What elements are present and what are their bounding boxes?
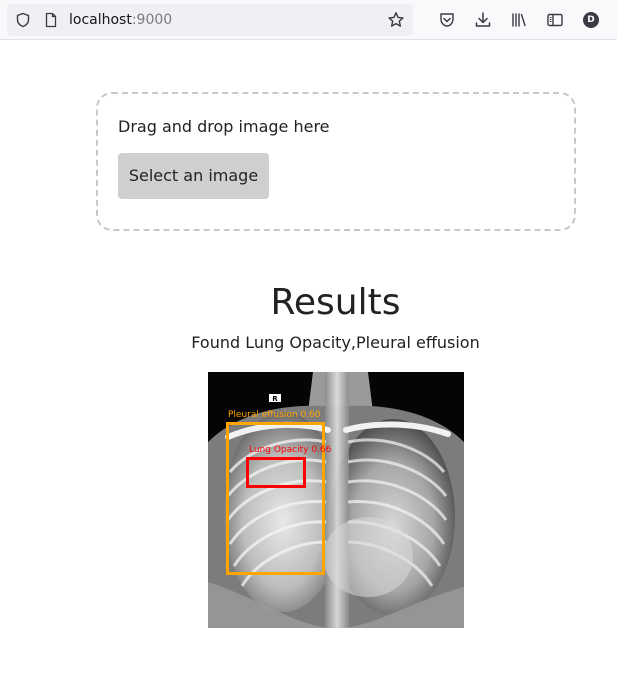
lung-opacity-label: Lung Opacity 0.66 (249, 445, 332, 455)
xray-result-image: R Pleural effusion 0.60 Lung Opacity 0.6… (208, 372, 464, 628)
library-icon[interactable] (510, 11, 528, 29)
star-icon[interactable] (387, 11, 405, 29)
side-marker: R (272, 395, 278, 403)
page-icon (45, 12, 57, 28)
pocket-icon[interactable] (438, 11, 456, 29)
pleural-effusion-label: Pleural effusion 0.60 (228, 410, 321, 420)
lung-opacity-box (246, 457, 306, 488)
browser-toolbar: localhost:9000 D (0, 0, 617, 40)
image-dropzone[interactable]: Drag and drop image here Select an image (96, 92, 576, 231)
results-title: Results (270, 282, 401, 323)
url-port: :9000 (131, 12, 173, 28)
sidebar-icon[interactable] (546, 11, 564, 29)
avatar[interactable]: D (583, 12, 599, 28)
url-bar[interactable]: localhost:9000 (7, 4, 413, 36)
results-summary: Found Lung Opacity,Pleural effusion (191, 333, 480, 352)
url-text[interactable]: localhost:9000 (69, 11, 172, 29)
select-image-button[interactable]: Select an image (118, 153, 269, 199)
shield-icon[interactable] (15, 12, 31, 28)
download-icon[interactable] (474, 11, 492, 29)
dropzone-instructions: Drag and drop image here (118, 117, 330, 136)
url-host: localhost (69, 12, 132, 28)
